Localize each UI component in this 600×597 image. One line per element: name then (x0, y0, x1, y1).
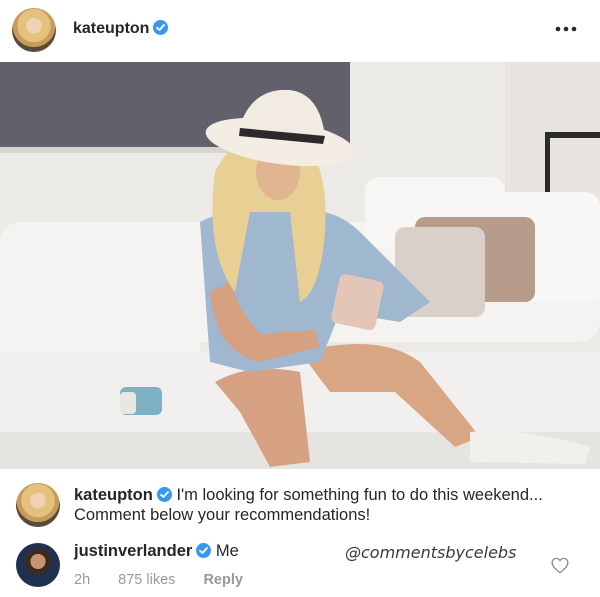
caption-author-avatar[interactable] (16, 483, 60, 527)
comment-text: justinverlander Me (74, 542, 239, 561)
post-header: kateupton (0, 0, 600, 62)
comment-time: 2h (74, 572, 91, 588)
verified-badge-icon (196, 543, 212, 558)
watermark-text: @commentsbycelebs (345, 543, 517, 562)
caption-text: kateupton I'm looking for something fun … (74, 485, 574, 525)
caption-row: kateupton I'm looking for something fun … (0, 475, 600, 535)
post-author-avatar[interactable] (12, 8, 56, 52)
verified-badge-icon (156, 487, 172, 502)
heart-icon[interactable] (551, 557, 569, 574)
comment-meta: 2h 875 likes Reply (74, 572, 267, 588)
comment-body: Me (215, 542, 239, 560)
commenter-username[interactable]: justinverlander (74, 542, 192, 560)
commenter-avatar[interactable] (16, 543, 60, 587)
reply-button[interactable]: Reply (203, 572, 243, 588)
ellipsis-icon[interactable] (554, 24, 578, 34)
comment-likes-count[interactable]: 875 likes (118, 572, 175, 588)
post-author-username[interactable]: kateupton (73, 20, 169, 38)
post-photo-illustration (0, 62, 600, 469)
verified-badge-icon (153, 20, 169, 35)
post-photo[interactable] (0, 62, 600, 469)
comment-row: justinverlander Me @commentsbycelebs 2h … (0, 535, 600, 597)
caption-author-username[interactable]: kateupton (74, 486, 153, 504)
